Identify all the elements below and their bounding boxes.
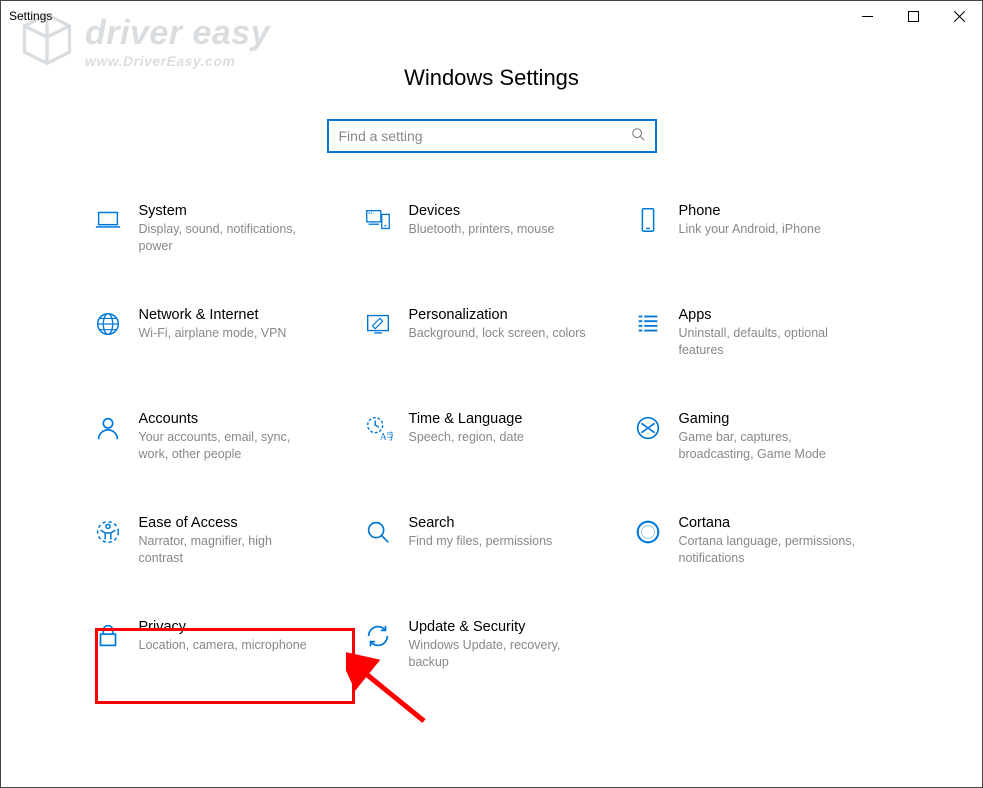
lock-icon bbox=[91, 619, 125, 653]
item-desc: Wi-Fi, airplane mode, VPN bbox=[139, 325, 287, 342]
item-gaming[interactable]: Gaming Game bar, captures, broadcasting, … bbox=[627, 405, 897, 475]
item-update[interactable]: Update & Security Windows Update, recover… bbox=[357, 613, 627, 683]
item-accounts[interactable]: Accounts Your accounts, email, sync, work… bbox=[87, 405, 357, 475]
minimize-button[interactable] bbox=[844, 1, 890, 31]
item-personalization[interactable]: Personalization Background, lock screen, … bbox=[357, 301, 627, 371]
item-title: Time & Language bbox=[409, 411, 524, 427]
globe-icon bbox=[91, 307, 125, 341]
item-desc: Your accounts, email, sync, work, other … bbox=[139, 429, 319, 463]
item-desc: Bluetooth, printers, mouse bbox=[409, 221, 555, 238]
item-title: Devices bbox=[409, 203, 555, 219]
item-title: Accounts bbox=[139, 411, 319, 427]
item-desc: Narrator, magnifier, high contrast bbox=[139, 533, 319, 567]
item-network[interactable]: Network & Internet Wi-Fi, airplane mode, … bbox=[87, 301, 357, 371]
item-phone[interactable]: Phone Link your Android, iPhone bbox=[627, 197, 897, 267]
item-title: Apps bbox=[679, 307, 859, 323]
item-desc: Windows Update, recovery, backup bbox=[409, 637, 589, 671]
item-desc: Cortana language, permissions, notificat… bbox=[679, 533, 859, 567]
item-desc: Location, camera, microphone bbox=[139, 637, 307, 654]
item-ease[interactable]: Ease of Access Narrator, magnifier, high … bbox=[87, 509, 357, 579]
item-desc: Game bar, captures, broadcasting, Game M… bbox=[679, 429, 859, 463]
item-apps[interactable]: Apps Uninstall, defaults, optional featur… bbox=[627, 301, 897, 371]
item-search[interactable]: Search Find my files, permissions bbox=[357, 509, 627, 579]
ease-of-access-icon bbox=[91, 515, 125, 549]
item-desc: Link your Android, iPhone bbox=[679, 221, 821, 238]
phone-icon bbox=[631, 203, 665, 237]
item-desc: Display, sound, notifications, power bbox=[139, 221, 319, 255]
search-icon bbox=[361, 515, 395, 549]
window-title: Settings bbox=[9, 9, 52, 23]
item-devices[interactable]: Devices Bluetooth, printers, mouse bbox=[357, 197, 627, 267]
settings-grid: System Display, sound, notifications, pow… bbox=[1, 197, 982, 683]
item-title: Privacy bbox=[139, 619, 307, 635]
time-language-icon bbox=[361, 411, 395, 445]
apps-icon bbox=[631, 307, 665, 341]
minimize-icon bbox=[862, 11, 873, 22]
maximize-icon bbox=[908, 11, 919, 22]
titlebar: Settings bbox=[1, 1, 982, 31]
close-button[interactable] bbox=[936, 1, 982, 31]
personalization-icon bbox=[361, 307, 395, 341]
cortana-icon bbox=[631, 515, 665, 549]
item-title: Personalization bbox=[409, 307, 586, 323]
item-title: Ease of Access bbox=[139, 515, 319, 531]
laptop-icon bbox=[91, 203, 125, 237]
item-system[interactable]: System Display, sound, notifications, pow… bbox=[87, 197, 357, 267]
search-icon bbox=[631, 127, 645, 146]
item-time[interactable]: Time & Language Speech, region, date bbox=[357, 405, 627, 475]
item-title: Search bbox=[409, 515, 553, 531]
gaming-icon bbox=[631, 411, 665, 445]
item-desc: Uninstall, defaults, optional features bbox=[679, 325, 859, 359]
item-cortana[interactable]: Cortana Cortana language, permissions, no… bbox=[627, 509, 897, 579]
item-title: Cortana bbox=[679, 515, 859, 531]
maximize-button[interactable] bbox=[890, 1, 936, 31]
item-title: Gaming bbox=[679, 411, 859, 427]
item-title: Phone bbox=[679, 203, 821, 219]
update-icon bbox=[361, 619, 395, 653]
item-desc: Background, lock screen, colors bbox=[409, 325, 586, 342]
devices-icon bbox=[361, 203, 395, 237]
item-title: Network & Internet bbox=[139, 307, 287, 323]
close-icon bbox=[954, 11, 965, 22]
search-box[interactable] bbox=[327, 119, 657, 153]
item-desc: Speech, region, date bbox=[409, 429, 524, 446]
page-title: Windows Settings bbox=[1, 65, 982, 91]
person-icon bbox=[91, 411, 125, 445]
item-desc: Find my files, permissions bbox=[409, 533, 553, 550]
item-privacy[interactable]: Privacy Location, camera, microphone bbox=[87, 613, 357, 683]
search-input[interactable] bbox=[339, 128, 631, 144]
item-title: System bbox=[139, 203, 319, 219]
item-title: Update & Security bbox=[409, 619, 589, 635]
